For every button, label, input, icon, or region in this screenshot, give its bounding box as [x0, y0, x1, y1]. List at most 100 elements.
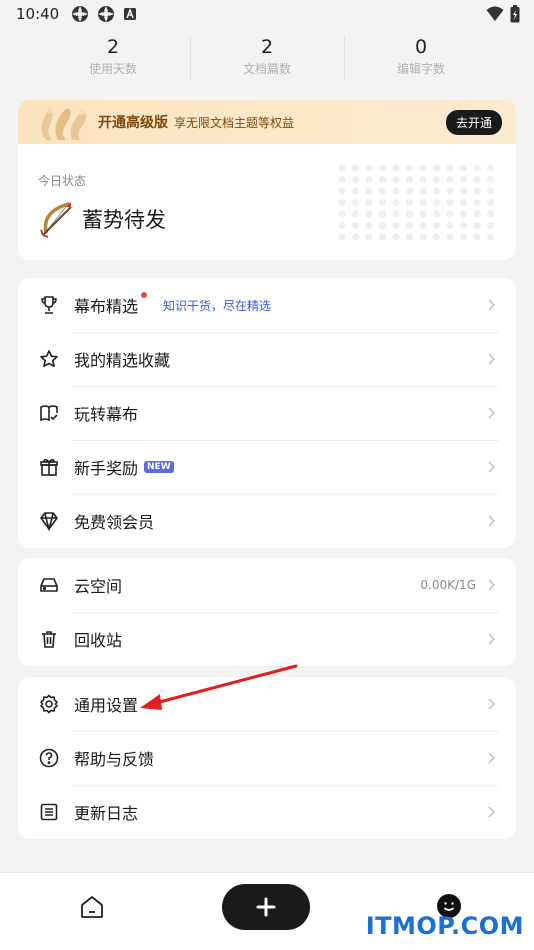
stats-row: 2 使用天数 2 文档篇数 0 编辑字数: [36, 30, 498, 84]
bottom-nav: ITMOP.COM: [0, 872, 534, 950]
plus-icon: [256, 897, 276, 917]
stat-docs: 2 文档篇数: [190, 30, 344, 84]
activity-dot: [432, 164, 441, 172]
stat-words: 0 编辑字数: [344, 30, 498, 84]
add-document-button[interactable]: [222, 884, 310, 930]
menu-item-recycle-bin[interactable]: 回收站: [18, 612, 516, 666]
chevron-right-icon: [488, 579, 496, 591]
menu-label: 通用设置: [74, 696, 139, 715]
battery-icon: [510, 5, 520, 23]
stat-value: 0: [414, 36, 428, 58]
chevron-right-icon: [488, 752, 496, 764]
menu-card-settings: 通用设置 帮助与反馈 更新日志: [18, 677, 516, 839]
activity-dot: [378, 221, 387, 230]
activity-dot: [432, 198, 441, 207]
trophy-icon: [38, 294, 60, 316]
activity-dot: [459, 233, 468, 241]
activity-dot: [378, 164, 387, 172]
activity-dot: [432, 210, 441, 218]
stat-days: 2 使用天数: [36, 30, 190, 84]
activity-dot: [432, 233, 441, 241]
premium-banner[interactable]: 开通高级版 享无限文档主题等权益 去开通: [18, 100, 516, 144]
activity-dot: [486, 233, 495, 241]
unread-dot: [141, 292, 148, 298]
book-icon: [38, 402, 60, 424]
trash-icon: [38, 628, 60, 650]
activity-dot: [405, 210, 414, 218]
activity-dot: [419, 221, 427, 230]
activity-dot: [392, 210, 400, 218]
activity-dot: [351, 164, 360, 172]
star-icon: [38, 348, 60, 370]
help-icon: [38, 747, 60, 769]
activity-dot: [486, 198, 495, 207]
activity-dot: [486, 164, 495, 172]
activity-dot: [473, 198, 481, 207]
activity-dot: [351, 221, 360, 230]
drive-icon: [38, 574, 60, 596]
chevron-right-icon: [488, 407, 496, 419]
menu-item-rewards[interactable]: 新手奖励 NEW: [18, 440, 516, 494]
activity-dot: [432, 187, 441, 195]
chevron-right-icon: [488, 515, 496, 527]
activity-dot: [405, 175, 414, 184]
activity-dot: [338, 198, 346, 207]
activity-dot: [392, 164, 400, 172]
list-icon: [38, 801, 60, 823]
activity-dot: [351, 175, 360, 184]
menu-item-favorites[interactable]: 我的精选收藏: [18, 332, 516, 386]
activity-dot: [459, 187, 468, 195]
chevron-right-icon: [488, 461, 496, 473]
new-badge: NEW: [144, 461, 174, 473]
activity-dot: [419, 210, 427, 218]
activity-dot: [365, 175, 373, 184]
status-time: 10:40: [16, 5, 60, 23]
activity-dot: [473, 164, 481, 172]
activity-dot: [378, 187, 387, 195]
activity-dot: [365, 210, 373, 218]
stat-label: 文档篇数: [242, 62, 291, 76]
menu-item-changelog[interactable]: 更新日志: [18, 785, 516, 839]
stat-value: 2: [106, 36, 120, 58]
bow-arrow-icon: [40, 202, 72, 238]
activity-dot: [459, 175, 468, 184]
activity-dot: [405, 198, 414, 207]
activity-dot: [459, 198, 468, 207]
menu-item-help-feedback[interactable]: 帮助与反馈: [18, 731, 516, 785]
menu-item-featured[interactable]: 幕布精选 知识干货，尽在精选: [18, 278, 516, 332]
menu-item-cloud-space[interactable]: 云空间 0.00K/1G: [18, 558, 516, 612]
wifi-icon: [486, 6, 504, 21]
app-notification-icon: [72, 6, 89, 22]
activity-dot: [419, 198, 427, 207]
chevron-right-icon: [488, 633, 496, 645]
menu-label: 云空间: [74, 577, 123, 596]
activity-dot: [392, 198, 400, 207]
menu-item-free-vip[interactable]: 免费领会员: [18, 494, 516, 548]
activity-dot: [432, 175, 441, 184]
activity-dot: [446, 233, 454, 241]
activity-dot: [473, 210, 481, 218]
home-icon[interactable]: [78, 893, 106, 921]
gear-icon: [38, 693, 60, 715]
activity-dot: [365, 187, 373, 195]
upgrade-button[interactable]: 去开通: [445, 109, 502, 135]
menu-item-general-settings[interactable]: 通用设置: [18, 677, 516, 731]
stat-label: 使用天数: [88, 62, 137, 76]
activity-dot: [378, 233, 387, 241]
menu-card-storage: 云空间 0.00K/1G 回收站: [18, 558, 516, 666]
activity-dot: [419, 164, 427, 172]
activity-dot: [486, 221, 495, 230]
activity-dot: [446, 221, 454, 230]
activity-dot: [392, 187, 400, 195]
menu-item-guide[interactable]: 玩转幕布: [18, 386, 516, 440]
activity-dot: [392, 233, 400, 241]
today-status-text: 蓄势待发: [82, 208, 166, 232]
promo-title: 开通高级版: [98, 115, 168, 131]
activity-dot: [405, 233, 414, 241]
menu-label: 幕布精选: [74, 297, 139, 316]
menu-label: 更新日志: [74, 804, 139, 823]
menu-label: 回收站: [74, 631, 123, 650]
activity-dot: [459, 221, 468, 230]
activity-dot: [432, 221, 441, 230]
today-status-card[interactable]: 今日状态 蓄势待发: [18, 144, 516, 260]
